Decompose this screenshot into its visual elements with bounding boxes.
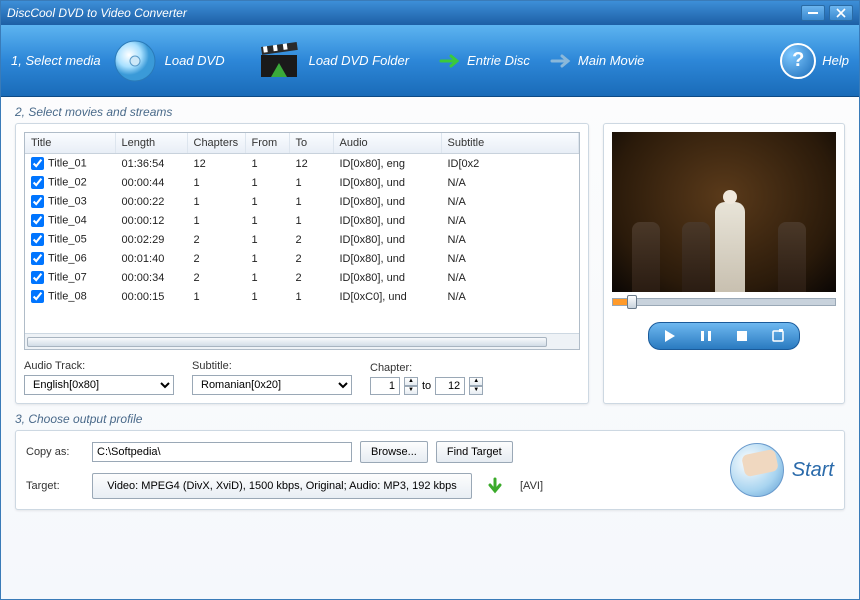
chapter-to-input[interactable]: [435, 377, 465, 395]
output-panel: Copy as: Browse... Find Target Target: V…: [15, 430, 845, 510]
titles-table[interactable]: Title Length Chapters From To Audio Subt…: [24, 132, 580, 350]
subtitle-select[interactable]: Romanian[0x20]: [192, 375, 352, 395]
minimize-button[interactable]: [801, 5, 825, 21]
dvd-disc-icon: [111, 37, 159, 85]
table-row[interactable]: Title_0200:00:44111ID[0x80], undN/A: [25, 173, 579, 192]
chapter-label: Chapter:: [370, 362, 483, 374]
col-from[interactable]: From: [245, 133, 289, 154]
subtitle-label: Subtitle:: [192, 360, 352, 372]
chapter-to-down[interactable]: ▼: [469, 386, 483, 395]
copy-as-label: Copy as:: [26, 446, 84, 458]
chapter-to-up[interactable]: ▲: [469, 377, 483, 386]
row-checkbox[interactable]: [31, 252, 44, 265]
row-checkbox[interactable]: [31, 214, 44, 227]
stop-button[interactable]: [731, 327, 753, 345]
table-row[interactable]: Title_0101:36:5412112ID[0x80], engID[0x2: [25, 154, 579, 173]
help-button[interactable]: ? Help: [780, 43, 849, 79]
entire-disc-label: Entrie Disc: [467, 53, 530, 68]
step2-label: 2, Select movies and streams: [1, 97, 859, 123]
close-button[interactable]: [829, 5, 853, 21]
player-controls-bar: [648, 322, 800, 350]
target-profile-button[interactable]: Video: MPEG4 (DivX, XviD), 1500 kbps, Or…: [92, 473, 472, 499]
main-movie-button[interactable]: Main Movie: [550, 53, 644, 69]
chapter-from-up[interactable]: ▲: [404, 377, 418, 386]
col-chapters[interactable]: Chapters: [187, 133, 245, 154]
video-preview[interactable]: [612, 132, 836, 292]
load-dvd-label: Load DVD: [165, 53, 225, 68]
table-row[interactable]: Title_0400:00:12111ID[0x80], undN/A: [25, 211, 579, 230]
pause-button[interactable]: [695, 327, 717, 345]
row-checkbox[interactable]: [31, 157, 44, 170]
chapter-to-word: to: [422, 380, 431, 392]
find-target-button[interactable]: Find Target: [436, 441, 513, 463]
help-icon: ?: [780, 43, 816, 79]
snapshot-button[interactable]: [767, 327, 789, 345]
help-label: Help: [822, 53, 849, 68]
arrow-right-green-icon: [439, 53, 463, 69]
start-disc-icon: [730, 443, 784, 497]
table-row[interactable]: Title_0700:00:34212ID[0x80], undN/A: [25, 268, 579, 287]
chapter-from-down[interactable]: ▼: [404, 386, 418, 395]
playback-timeline[interactable]: [612, 298, 836, 306]
row-checkbox[interactable]: [31, 271, 44, 284]
audio-track-select[interactable]: English[0x80]: [24, 375, 174, 395]
col-subtitle[interactable]: Subtitle: [441, 133, 579, 154]
row-checkbox[interactable]: [31, 290, 44, 303]
col-audio[interactable]: Audio: [333, 133, 441, 154]
start-button[interactable]: Start: [730, 443, 834, 497]
titles-panel: Title Length Chapters From To Audio Subt…: [15, 123, 589, 404]
main-movie-label: Main Movie: [578, 53, 644, 68]
step1-label: 1, Select media: [11, 53, 101, 68]
target-desc: Video: MPEG4 (DivX, XviD), 1500 kbps, Or…: [107, 480, 457, 492]
horizontal-scrollbar[interactable]: [25, 333, 579, 349]
clapper-icon: [255, 37, 303, 85]
preview-panel: [603, 123, 845, 404]
entire-disc-button[interactable]: Entrie Disc: [439, 53, 530, 69]
toolbar: 1, Select media Load DVD Load DVD Folder…: [1, 25, 859, 97]
row-checkbox[interactable]: [31, 233, 44, 246]
browse-button[interactable]: Browse...: [360, 441, 428, 463]
arrow-right-icon: [550, 53, 574, 69]
target-label: Target:: [26, 480, 84, 492]
load-dvd-folder-button[interactable]: Load DVD Folder: [255, 37, 409, 85]
chapter-from-input[interactable]: [370, 377, 400, 395]
row-checkbox[interactable]: [31, 176, 44, 189]
play-button[interactable]: [659, 327, 681, 345]
col-to[interactable]: To: [289, 133, 333, 154]
table-row[interactable]: Title_0300:00:22111ID[0x80], undN/A: [25, 192, 579, 211]
table-row[interactable]: Title_0600:01:40212ID[0x80], undN/A: [25, 249, 579, 268]
table-row[interactable]: Title_0500:02:29212ID[0x80], undN/A: [25, 230, 579, 249]
output-path-input[interactable]: [92, 442, 352, 462]
titlebar: DiscCool DVD to Video Converter: [1, 1, 859, 25]
load-dvd-button[interactable]: Load DVD: [111, 37, 225, 85]
start-label: Start: [792, 459, 834, 482]
table-row[interactable]: Title_0800:00:15111ID[0xC0], undN/A: [25, 287, 579, 306]
window-title: DiscCool DVD to Video Converter: [7, 6, 797, 20]
app-window: DiscCool DVD to Video Converter 1, Selec…: [0, 0, 860, 600]
row-checkbox[interactable]: [31, 195, 44, 208]
col-length[interactable]: Length: [115, 133, 187, 154]
target-format: [AVI]: [520, 480, 543, 492]
audio-track-label: Audio Track:: [24, 360, 174, 372]
col-title[interactable]: Title: [25, 133, 115, 154]
load-folder-label: Load DVD Folder: [309, 53, 409, 68]
download-arrow-icon[interactable]: [486, 477, 504, 495]
step3-label: 3, Choose output profile: [1, 404, 859, 430]
